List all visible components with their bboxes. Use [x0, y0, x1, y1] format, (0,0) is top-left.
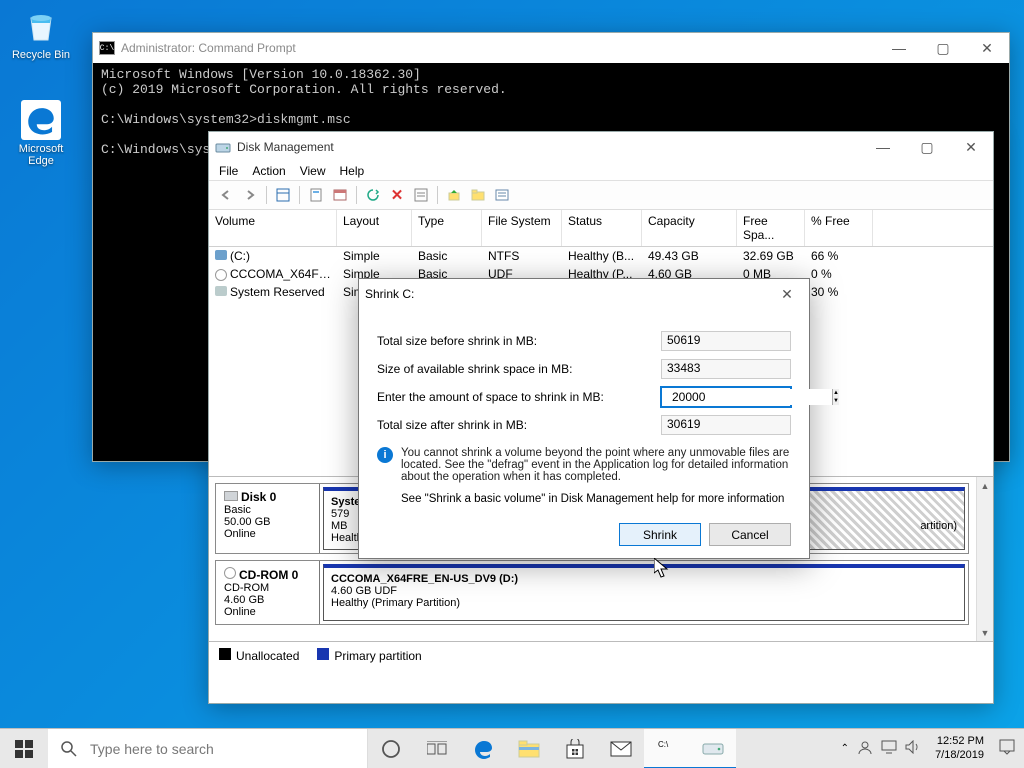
cmd-icon: C:\	[99, 40, 115, 56]
taskbar-diskmgmt[interactable]	[690, 729, 736, 768]
minimize-button[interactable]: —	[877, 33, 921, 63]
menu-help[interactable]: Help	[340, 164, 365, 178]
disk-label[interactable]: CD-ROM 0 CD-ROM 4.60 GB Online	[216, 561, 320, 624]
col-status[interactable]: Status	[562, 210, 642, 246]
tb-view-icon[interactable]	[272, 184, 294, 206]
taskbar: Type here to search C:\ ⌃ 12:52 PM 7/18/…	[0, 728, 1024, 768]
shrink-amount-field[interactable]	[667, 389, 832, 405]
taskbar-mail[interactable]	[598, 729, 644, 768]
legend: Unallocated Primary partition	[209, 641, 993, 669]
tray-chevron-up-icon[interactable]: ⌃	[841, 743, 849, 754]
col-fs[interactable]: File System	[482, 210, 562, 246]
tb-console-icon[interactable]	[329, 184, 351, 206]
desktop-icon-label: Microsoft Edge	[6, 143, 76, 167]
tb-detail-icon[interactable]	[410, 184, 432, 206]
tb-delete-icon[interactable]: ✕	[386, 184, 408, 206]
dm-titlebar[interactable]: Disk Management — ▢ ✕	[209, 132, 993, 162]
value-total-before: 50619	[661, 331, 791, 351]
value-available: 33483	[661, 359, 791, 379]
scrollbar[interactable]: ▲▼	[976, 477, 993, 641]
dialog-titlebar[interactable]: Shrink C: ✕	[359, 279, 809, 309]
task-view-button[interactable]	[414, 729, 460, 768]
label-total-after: Total size after shrink in MB:	[377, 418, 661, 432]
legend-swatch-unallocated	[219, 648, 231, 660]
edge-icon	[21, 100, 61, 140]
tray-clock[interactable]: 12:52 PM 7/18/2019	[929, 735, 990, 761]
tray-people-icon[interactable]	[857, 739, 873, 758]
disk-label[interactable]: Disk 0 Basic 50.00 GB Online	[216, 484, 320, 553]
search-placeholder: Type here to search	[90, 741, 214, 757]
shrink-amount-input[interactable]: ▲▼	[661, 387, 791, 407]
maximize-button[interactable]: ▢	[921, 33, 965, 63]
close-button[interactable]: ✕	[949, 132, 993, 162]
cancel-button[interactable]: Cancel	[709, 523, 791, 546]
partition[interactable]: CCCOMA_X64FRE_EN-US_DV9 (D:) 4.60 GB UDF…	[323, 564, 965, 621]
taskbar-cmd[interactable]: C:\	[644, 729, 690, 768]
tray-network-icon[interactable]	[881, 740, 897, 757]
label-enter-amount: Enter the amount of space to shrink in M…	[377, 390, 661, 404]
tray-volume-icon[interactable]	[905, 740, 921, 757]
tb-refresh-icon[interactable]	[362, 184, 384, 206]
dialog-title: Shrink C:	[365, 287, 414, 301]
taskbar-explorer[interactable]	[506, 729, 552, 768]
cmd-titlebar[interactable]: C:\ Administrator: Command Prompt — ▢ ✕	[93, 33, 1009, 63]
menu-action[interactable]: Action	[252, 164, 285, 178]
menu-file[interactable]: File	[219, 164, 238, 178]
close-button[interactable]: ✕	[965, 33, 1009, 63]
system-tray: ⌃ 12:52 PM 7/18/2019	[833, 735, 1024, 761]
recycle-bin-icon	[21, 6, 61, 46]
desktop-recycle-bin[interactable]: Recycle Bin	[6, 6, 76, 61]
cortana-button[interactable]	[368, 729, 414, 768]
search-box[interactable]: Type here to search	[48, 729, 368, 768]
spin-down-icon: ▼	[833, 397, 839, 405]
tb-prop-icon[interactable]	[305, 184, 327, 206]
volume-row[interactable]: (C:) Simple Basic NTFS Healthy (B... 49.…	[209, 247, 993, 265]
legend-swatch-primary	[317, 648, 329, 660]
help-text: See "Shrink a basic volume" in Disk Mana…	[401, 493, 791, 505]
cdrom-icon	[224, 567, 236, 579]
taskbar-edge[interactable]	[460, 729, 506, 768]
label-total-before: Total size before shrink in MB:	[377, 334, 661, 348]
windows-icon	[15, 740, 33, 758]
disk-icon	[215, 139, 231, 155]
col-capacity[interactable]: Capacity	[642, 210, 737, 246]
spinner[interactable]: ▲▼	[832, 389, 839, 405]
forward-button[interactable]	[239, 184, 261, 206]
spin-up-icon: ▲	[833, 389, 839, 397]
shrink-button[interactable]: Shrink	[619, 523, 701, 546]
maximize-button[interactable]: ▢	[905, 132, 949, 162]
col-volume[interactable]: Volume	[209, 210, 337, 246]
tb-list-icon[interactable]	[491, 184, 513, 206]
taskbar-store[interactable]	[552, 729, 598, 768]
partition[interactable]: System 579 MB Healthy	[323, 487, 359, 550]
tb-up-icon[interactable]	[443, 184, 465, 206]
col-type[interactable]: Type	[412, 210, 482, 246]
value-total-after: 30619	[661, 415, 791, 435]
info-text: You cannot shrink a volume beyond the po…	[401, 447, 791, 483]
col-pfree[interactable]: % Free	[805, 210, 873, 246]
toolbar: ✕	[209, 180, 993, 210]
disc-icon	[215, 269, 227, 281]
volume-list-header: Volume Layout Type File System Status Ca…	[209, 210, 993, 247]
dm-title: Disk Management	[237, 140, 334, 154]
desktop-icon-label: Recycle Bin	[6, 49, 76, 61]
menu-view[interactable]: View	[300, 164, 326, 178]
minimize-button[interactable]: —	[861, 132, 905, 162]
close-button[interactable]: ✕	[765, 279, 809, 309]
disk-row: CD-ROM 0 CD-ROM 4.60 GB Online CCCOMA_X6…	[215, 560, 969, 625]
back-button[interactable]	[215, 184, 237, 206]
col-layout[interactable]: Layout	[337, 210, 412, 246]
tb-folder-icon[interactable]	[467, 184, 489, 206]
info-icon: i	[377, 447, 393, 463]
col-free[interactable]: Free Spa...	[737, 210, 805, 246]
desktop-edge[interactable]: Microsoft Edge	[6, 100, 76, 167]
drive-icon	[224, 491, 238, 501]
tray-notifications-icon[interactable]	[998, 738, 1016, 759]
shrink-dialog: Shrink C: ✕ Total size before shrink in …	[358, 278, 810, 559]
label-available: Size of available shrink space in MB:	[377, 362, 661, 376]
start-button[interactable]	[0, 729, 48, 768]
cmd-title: Administrator: Command Prompt	[121, 41, 296, 55]
search-icon	[60, 740, 78, 758]
menubar: File Action View Help	[209, 162, 993, 180]
